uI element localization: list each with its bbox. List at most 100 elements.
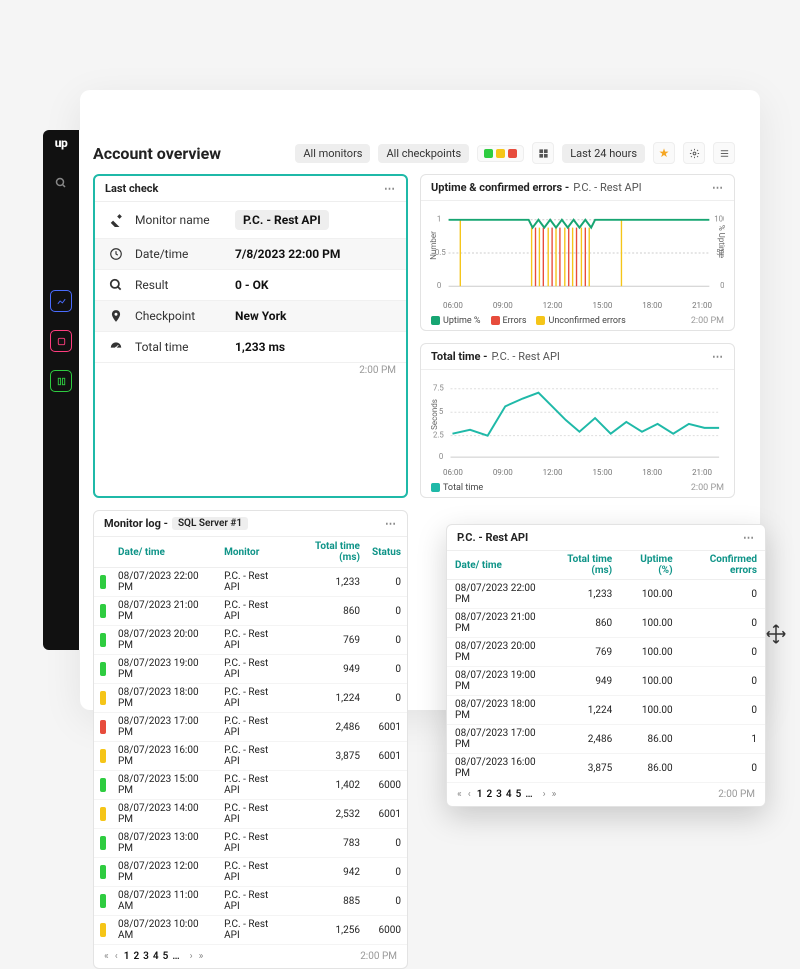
monitor-log-chip[interactable]: SQL Server #1 [172,517,248,530]
card-menu-icon[interactable]: ⋯ [384,182,396,195]
lastcheck-icon [107,247,125,261]
filter-monitors[interactable]: All monitors [295,144,370,163]
pager-page[interactable]: … [172,951,179,962]
status-indicator [100,633,106,647]
popup-col-datetime[interactable]: Date/ time [447,551,548,580]
table-row[interactable]: 08/07/2023 10:00 AM P.C. - Rest API 1,25… [94,916,407,945]
pager-page[interactable]: 2 [486,789,492,800]
legend-errors: Errors [503,316,527,326]
card-menu-icon[interactable]: ⋯ [385,517,397,530]
status-indicator [100,807,106,821]
sidebar-item-2[interactable] [50,330,72,352]
status-indicator [100,720,106,734]
table-row[interactable]: 08/07/2023 20:00 PM P.C. - Rest API 769 … [94,626,407,655]
table-row[interactable]: 08/07/2023 21:00 PM 860 100.00 0 [447,609,765,638]
pager-page[interactable]: 2 [133,951,139,962]
grid-icon[interactable] [532,142,554,164]
status-indicator [100,691,106,705]
table-row[interactable]: 08/07/2023 20:00 PM 769 100.00 0 [447,638,765,667]
pager-page[interactable]: 1 [477,789,483,800]
table-row[interactable]: 08/07/2023 16:00 PM 3,875 86.00 0 [447,754,765,783]
legend-unconfirmed: Unconfirmed errors [548,316,625,326]
table-row[interactable]: 08/07/2023 16:00 PM P.C. - Rest API 3,87… [94,742,407,771]
col-monitor[interactable]: Monitor [218,537,290,568]
status-indicator [100,836,106,850]
status-indicator [100,575,106,589]
table-row[interactable]: 08/07/2023 12:00 PM P.C. - Rest API 942 … [94,858,407,887]
table-row[interactable]: 08/07/2023 17:00 PM 2,486 86.00 1 [447,725,765,754]
pager-page[interactable]: 5 [163,951,169,962]
table-row[interactable]: 08/07/2023 21:00 PM P.C. - Rest API 860 … [94,597,407,626]
table-row[interactable]: 08/07/2023 13:00 PM P.C. - Rest API 783 … [94,829,407,858]
pager-page[interactable]: 3 [496,789,502,800]
last-check-title: Last check [105,182,158,195]
pager-first-icon[interactable]: « [457,789,462,800]
filter-checkpoints[interactable]: All checkpoints [378,144,469,163]
table-row[interactable]: 08/07/2023 22:00 PM P.C. - Rest API 1,23… [94,568,407,597]
pager-prev-icon[interactable]: ‹ [468,789,471,800]
table-row[interactable]: 08/07/2023 19:00 PM 949 100.00 0 [447,667,765,696]
table-row[interactable]: 08/07/2023 17:00 PM P.C. - Rest API 2,48… [94,713,407,742]
lastcheck-icon [107,213,125,227]
pager-last-icon[interactable]: » [552,789,557,800]
pager-next-icon[interactable]: › [190,951,193,962]
star-icon[interactable]: ★ [653,142,675,164]
pager-page[interactable]: 1 [124,951,130,962]
sidebar-item-3[interactable] [50,370,72,392]
pager-prev-icon[interactable]: ‹ [115,951,118,962]
col-status[interactable]: Status [366,537,407,568]
lastcheck-label: Date/time [135,247,235,261]
move-icon[interactable] [765,623,787,645]
totaltime-timestamp: 2:00 PM [691,483,724,493]
table-row[interactable]: 08/07/2023 11:00 AM P.C. - Rest API 885 … [94,887,407,916]
svg-text:0: 0 [720,281,724,290]
table-row[interactable]: 08/07/2023 19:00 PM P.C. - Rest API 949 … [94,655,407,684]
status-filter[interactable] [477,145,524,162]
pager-last-icon[interactable]: » [199,951,204,962]
lastcheck-row: Total time 1,233 ms [95,332,406,363]
col-totaltime[interactable]: Total time (ms) [290,537,366,568]
popup-col-errors[interactable]: Confirmed errors [681,551,765,580]
pager-page[interactable]: 3 [143,951,149,962]
monitor-log-table: Date/ time Monitor Total time (ms) Statu… [94,537,407,945]
totaltime-card: Total time - P.C. - Rest API ⋯ Seconds 7… [420,343,735,498]
detail-popup[interactable]: P.C. - Rest API ⋯ Date/ time Total time … [446,524,766,807]
gear-icon[interactable] [683,142,705,164]
lastcheck-row: Result 0 - OK [95,270,406,301]
lastcheck-row: Date/time 7/8/2023 22:00 PM [95,239,406,270]
pager-page[interactable]: … [525,789,532,800]
pager-page[interactable]: 4 [153,951,159,962]
sidebar-item-1[interactable] [50,290,72,312]
card-menu-icon[interactable]: ⋯ [743,531,755,544]
pager-page[interactable]: 4 [506,789,512,800]
col-datetime[interactable]: Date/ time [112,537,218,568]
table-row[interactable]: 08/07/2023 15:00 PM P.C. - Rest API 1,40… [94,771,407,800]
table-row[interactable]: 08/07/2023 18:00 PM P.C. - Rest API 1,22… [94,684,407,713]
popup-col-totaltime[interactable]: Total time (ms) [548,551,620,580]
uptime-chart: 1100 0.550 00 [431,207,724,299]
lastcheck-icon [107,340,125,354]
totaltime-subtitle: P.C. - Rest API [492,350,560,363]
pager-next-icon[interactable]: › [543,789,546,800]
lastcheck-row: Checkpoint New York [95,301,406,332]
card-menu-icon[interactable]: ⋯ [712,350,724,363]
uptime-subtitle: P.C. - Rest API [573,181,641,194]
totaltime-title: Total time - [431,350,488,363]
lastcheck-label: Result [135,278,235,292]
popup-timestamp: 2:00 PM [718,789,755,800]
pager-page[interactable]: 5 [516,789,522,800]
pager-first-icon[interactable]: « [104,951,109,962]
totaltime-chart: 7.5 5 2.5 0 [431,376,724,466]
legend-totaltime: Total time [443,483,483,493]
table-row[interactable]: 08/07/2023 18:00 PM 1,224 100.00 0 [447,696,765,725]
svg-text:2.5: 2.5 [433,431,444,440]
popup-col-uptime[interactable]: Uptime (%) [620,551,680,580]
status-ok-icon [484,149,493,158]
table-row[interactable]: 08/07/2023 22:00 PM 1,233 100.00 0 [447,580,765,609]
timerange[interactable]: Last 24 hours [562,144,645,163]
card-menu-icon[interactable]: ⋯ [712,181,724,194]
lastcheck-label: Monitor name [135,213,235,227]
menu-icon[interactable] [713,142,735,164]
search-icon[interactable] [50,172,72,194]
table-row[interactable]: 08/07/2023 14:00 PM P.C. - Rest API 2,53… [94,800,407,829]
